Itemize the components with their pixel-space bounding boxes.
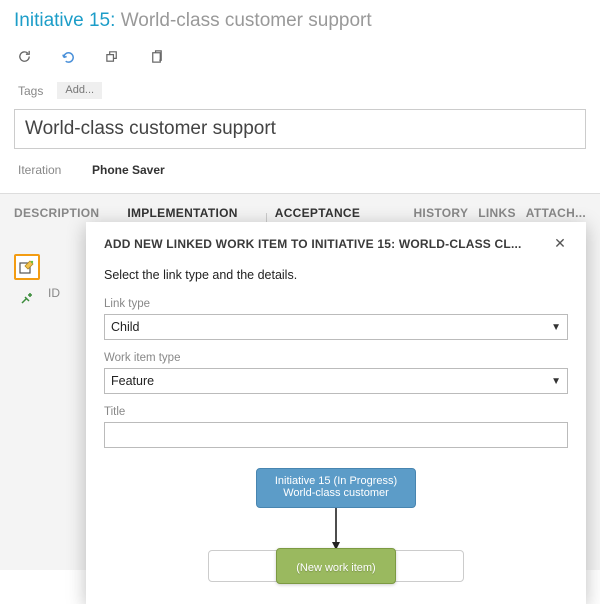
toolbar (14, 44, 586, 76)
link-button[interactable] (104, 48, 120, 64)
id-column-header: ID (48, 286, 60, 300)
title-field-label: Title (104, 406, 568, 418)
add-tag-button[interactable]: Add... (57, 82, 102, 99)
page-title: Initiative 15: World-class customer supp… (14, 10, 586, 32)
new-linked-item-button[interactable] (14, 254, 40, 280)
diagram-new-node: (New work item) (276, 548, 396, 584)
tags-label: Tags (18, 84, 43, 98)
chevron-down-icon: ▼ (551, 322, 561, 333)
add-linked-item-dialog: ADD NEW LINKED WORK ITEM TO INITIATIVE 1… (86, 222, 586, 604)
tags-row: Tags Add... (14, 76, 586, 109)
iteration-value[interactable]: Phone Saver (92, 163, 165, 177)
copy-button[interactable] (148, 48, 164, 64)
summary-text: World-class customer support (25, 118, 575, 140)
close-icon[interactable]: ✕ (552, 236, 568, 252)
dialog-title: ADD NEW LINKED WORK ITEM TO INITIATIVE 1… (104, 237, 552, 251)
title-input[interactable] (104, 422, 568, 448)
dialog-instruction: Select the link type and the details. (104, 268, 568, 282)
link-type-value: Child (111, 320, 140, 334)
add-link-button[interactable] (14, 286, 40, 312)
link-type-label: Link type (104, 298, 568, 310)
link-type-select[interactable]: Child ▼ (104, 314, 568, 340)
undo-button[interactable] (60, 48, 76, 64)
chevron-down-icon: ▼ (551, 376, 561, 387)
work-item-type-value: Feature (111, 374, 154, 388)
relationship-diagram: Initiative 15 (In Progress) World-class … (104, 468, 568, 582)
summary-field[interactable]: World-class customer support (14, 109, 586, 149)
work-item-type-select[interactable]: Feature ▼ (104, 368, 568, 394)
refresh-button[interactable] (16, 48, 32, 64)
connector-arrow-icon (331, 508, 341, 552)
title-prefix: Initiative 15: (14, 10, 115, 31)
iteration-label: Iteration (18, 163, 72, 177)
diagram-parent-line1: Initiative 15 (In Progress) (271, 475, 401, 487)
diagram-parent-node: Initiative 15 (In Progress) World-class … (256, 468, 416, 508)
iteration-row: Iteration Phone Saver (14, 159, 586, 187)
work-item-type-label: Work item type (104, 352, 568, 364)
diagram-parent-line2: World-class customer (271, 487, 401, 499)
diagram-new-label: (New work item) (296, 562, 375, 574)
title-text: World-class customer support (121, 10, 372, 31)
